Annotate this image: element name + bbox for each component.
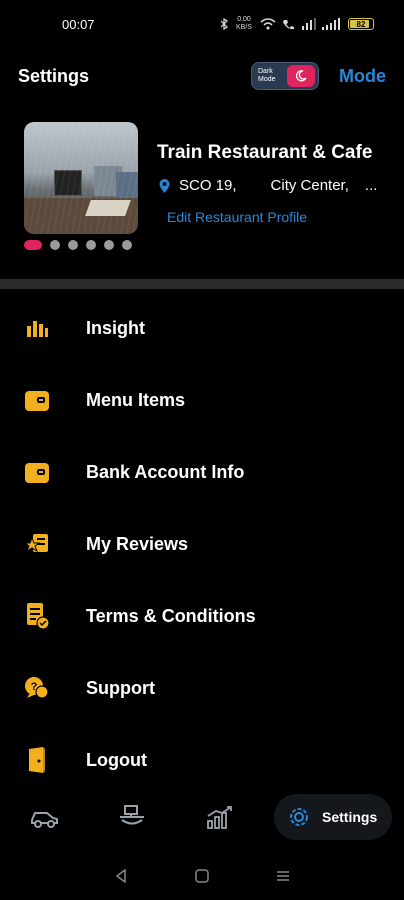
star-review-icon xyxy=(24,531,50,557)
support-chat-icon: ? xyxy=(24,675,50,701)
carousel-dot[interactable] xyxy=(86,240,96,250)
address-line-2: City Center, xyxy=(270,177,349,194)
nav-orders[interactable] xyxy=(88,792,176,842)
menu-item-logout[interactable]: Logout xyxy=(0,724,404,796)
nav-delivery[interactable] xyxy=(0,792,88,842)
carousel-dot[interactable] xyxy=(104,240,114,250)
menu-item-terms-conditions[interactable]: Terms & Conditions xyxy=(0,580,404,652)
menu-item-label: My Reviews xyxy=(86,533,189,554)
system-nav-bar xyxy=(0,856,404,896)
restaurant-address: SCO 19, City Center, ... xyxy=(159,177,377,194)
serving-tray-icon xyxy=(120,805,144,825)
door-exit-icon xyxy=(24,747,50,773)
restaurant-photo[interactable] xyxy=(24,122,138,234)
status-icons: 0.00 KB/S 82 xyxy=(220,16,374,32)
status-bar: 00:07 0.00 KB/S 82 xyxy=(0,0,404,48)
address-line-1: SCO 19, xyxy=(179,177,237,194)
section-divider xyxy=(0,279,404,289)
bluetooth-icon xyxy=(220,18,228,30)
call-icon xyxy=(283,20,294,30)
bar-chart-icon xyxy=(24,315,50,341)
dark-mode-toggle[interactable]: Dark Mode xyxy=(251,62,319,90)
signal-icon-2 xyxy=(322,18,340,30)
menu-item-label: Logout xyxy=(86,749,147,770)
location-pin-icon xyxy=(159,178,170,193)
carousel-dot[interactable] xyxy=(68,240,78,250)
wifi-icon xyxy=(260,18,276,30)
menu-item-label: Menu Items xyxy=(86,389,186,410)
wallet-icon xyxy=(24,459,50,485)
restaurant-name: Train Restaurant & Cafe xyxy=(157,142,373,163)
battery-icon: 82 xyxy=(348,18,374,30)
menu-item-support[interactable]: ? Support xyxy=(0,652,404,724)
bottom-nav: Settings xyxy=(0,792,404,842)
recents-icon[interactable] xyxy=(276,869,290,883)
edit-restaurant-profile-link[interactable]: Edit Restaurant Profile xyxy=(167,209,307,225)
carousel-dot[interactable] xyxy=(122,240,132,250)
menu-item-label: Support xyxy=(86,677,155,698)
page-title: Settings xyxy=(18,65,90,86)
menu-item-label: Terms & Conditions xyxy=(86,605,256,626)
menu-item-insight[interactable]: Insight xyxy=(0,292,404,364)
back-icon[interactable] xyxy=(114,869,128,883)
menu-item-label: Bank Account Info xyxy=(86,461,245,482)
nav-analytics[interactable] xyxy=(176,792,264,842)
signal-icon xyxy=(302,18,316,30)
menu-item-menu-items[interactable]: Menu Items xyxy=(0,364,404,436)
growth-chart-icon xyxy=(207,806,232,829)
mode-label[interactable]: Mode xyxy=(339,66,386,87)
carousel-dots xyxy=(24,240,132,250)
menu-item-bank-account-info[interactable]: Bank Account Info xyxy=(0,436,404,508)
nav-settings[interactable]: Settings xyxy=(274,794,392,840)
nav-settings-label: Settings xyxy=(322,809,378,825)
menu-item-my-reviews[interactable]: My Reviews xyxy=(0,508,404,580)
header: Settings Dark Mode Mode xyxy=(0,56,404,96)
car-icon xyxy=(31,812,58,828)
moon-icon xyxy=(287,65,315,87)
wallet-icon xyxy=(24,387,50,413)
address-more: ... xyxy=(364,177,378,194)
status-time: 00:07 xyxy=(62,16,95,32)
menu-item-label: Insight xyxy=(86,317,145,338)
carousel-dot-active[interactable] xyxy=(24,240,42,250)
dark-mode-toggle-label: Dark Mode xyxy=(258,68,276,83)
network-speed: 0.00 KB/S xyxy=(236,16,252,31)
home-icon[interactable] xyxy=(195,869,209,883)
gear-icon xyxy=(290,808,308,826)
carousel-dot[interactable] xyxy=(50,240,60,250)
settings-menu: Insight Menu Items Bank Account Info My … xyxy=(0,292,404,796)
restaurant-profile-card: Train Restaurant & Cafe SCO 19, City Cen… xyxy=(24,122,384,262)
document-check-icon xyxy=(24,603,50,629)
